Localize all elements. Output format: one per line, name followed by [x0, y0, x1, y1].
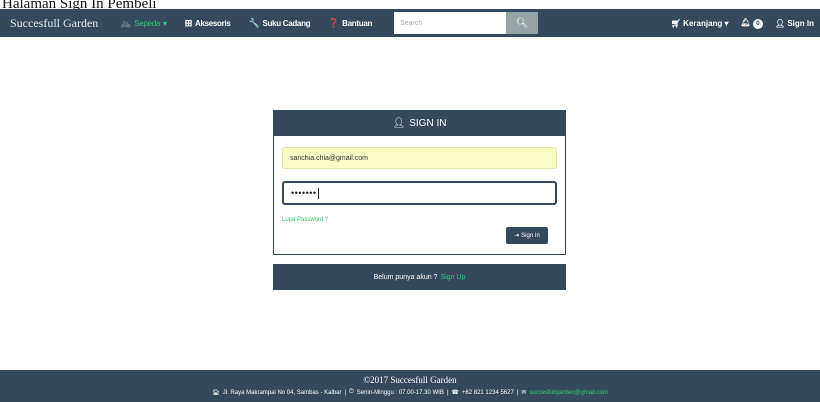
separator: |	[516, 389, 519, 396]
brand-logo[interactable]: Succesfull Garden	[10, 16, 98, 31]
login-icon: ⇥	[514, 233, 520, 239]
user-icon: 👤︎	[774, 18, 786, 28]
nav-item-aksesoris[interactable]: ⊞ Aksesoris	[184, 17, 231, 28]
search-icon: 🔍︎	[515, 17, 529, 29]
footer-copyright: ©2017 Succesfull Garden	[363, 375, 457, 385]
mail-icon: ✉	[521, 390, 527, 396]
clock-icon: 🕑︎	[349, 389, 354, 395]
nav-item-label: Aksesoris	[194, 18, 231, 28]
home-icon: 🏠︎	[212, 390, 220, 396]
separator: |	[344, 389, 347, 396]
signin-button[interactable]: ⇥ Sign In	[506, 227, 548, 244]
question-circle-icon: ❓	[328, 17, 340, 28]
password-field[interactable]: •••••••	[282, 181, 557, 205]
signin-button-label: Sign In	[521, 232, 540, 239]
signup-link[interactable]: Sign Up	[440, 274, 465, 281]
user-icon: 👤︎	[392, 118, 406, 129]
signin-title: SIGN IN	[409, 118, 447, 129]
plus-box-icon: ⊞	[184, 17, 193, 28]
cart-menu[interactable]: 🛒︎ Keranjang ▾	[671, 19, 729, 28]
chevron-down-icon: ▾	[724, 18, 729, 28]
search-button[interactable]: 🔍︎	[506, 12, 539, 34]
forgot-password-link[interactable]: Lupa Password ?	[282, 217, 328, 223]
signin-nav-label: Sign In	[787, 18, 814, 28]
footer-email-link[interactable]: succesfullgarden@gmail.com	[529, 390, 607, 396]
top-navbar: Succesfull Garden 🚲 Sepeda ▾ ⊞ Aksesoris…	[0, 9, 820, 37]
email-field[interactable]: sanchia.chia@gmail.com	[282, 147, 557, 169]
cart-icon: 🛒︎	[670, 18, 681, 28]
phone-icon: ☎	[451, 390, 459, 396]
signin-panel: 👤︎ SIGN IN sanchia.chia@gmail.com ••••••…	[273, 110, 566, 255]
nav-item-sepeda[interactable]: 🚲 Sepeda ▾	[120, 17, 167, 28]
footer-phone: +62 821 1234 5627	[461, 389, 514, 396]
signin-panel-header: 👤︎ SIGN IN	[274, 111, 565, 136]
bicycle-icon: 🚲	[120, 17, 132, 28]
footer-hours: Senin-Minggu : 07.00-17.30 WIB	[356, 389, 444, 396]
nav-item-suku-cadang[interactable]: 🔧 Suku Cadang	[248, 17, 311, 28]
password-value: •••••••	[291, 188, 317, 198]
text-caret	[317, 187, 319, 199]
nav-item-bantuan[interactable]: ❓ Bantuan	[328, 17, 373, 28]
navbar-right: 🛒︎ Keranjang ▾ 🔔︎ 0 👤︎ Sign In	[671, 9, 814, 37]
cart-label: Keranjang	[683, 18, 723, 28]
bell-icon: 🔔︎	[740, 17, 751, 27]
signup-bar: Belum punya akun ? Sign Up	[273, 264, 566, 290]
footer-address: Jl. Raya Makrampai No 04, Sambas - Kalba…	[222, 389, 342, 396]
wrench-icon: 🔧	[248, 17, 260, 28]
separator: |	[446, 389, 449, 396]
notification-menu[interactable]: 🔔︎ 0	[741, 18, 763, 29]
nav-item-label: Bantuan	[342, 18, 373, 28]
signin-nav-link[interactable]: 👤︎ Sign In	[775, 19, 814, 28]
nav-item-label: Sepeda	[134, 18, 161, 28]
signup-text: Belum punya akun ?	[373, 273, 438, 281]
notification-badge: 0	[752, 18, 763, 29]
footer: ©2017 Succesfull Garden 🏠︎ Jl. Raya Makr…	[0, 370, 820, 402]
chevron-down-icon: ▾	[163, 18, 167, 28]
search-input[interactable]	[394, 12, 507, 34]
nav-item-label: Suku Cadang	[262, 18, 311, 28]
footer-info: 🏠︎ Jl. Raya Makrampai No 04, Sambas - Ka…	[0, 389, 820, 396]
